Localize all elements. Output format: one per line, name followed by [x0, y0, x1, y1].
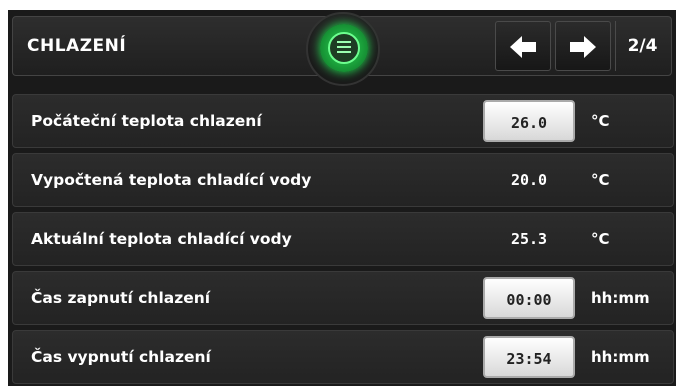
unit-label: hh:mm [591, 289, 650, 307]
start-temp-input[interactable]: 26.0 [483, 100, 575, 142]
cooling-screen: CHLAZENÍ 2/4 Počáteční teplota chlazení … [8, 10, 676, 386]
arrow-left-icon [508, 31, 538, 61]
setting-row-start-temp: Počáteční teplota chlazení 26.0 °C [12, 94, 674, 148]
settings-list: Počáteční teplota chlazení 26.0 °C Vypoč… [12, 94, 674, 389]
setting-row-actual-water-temp: Aktuální teplota chladící vody 25.3 °C [12, 212, 674, 266]
setting-row-cooling-off-time: Čas vypnutí chlazení 23:54 hh:mm [12, 330, 674, 384]
unit-label: hh:mm [591, 348, 650, 366]
menu-button[interactable] [306, 12, 380, 86]
forward-button[interactable] [555, 21, 611, 71]
setting-row-cooling-on-time: Čas zapnutí chlazení 00:00 hh:mm [12, 271, 674, 325]
unit-label: °C [591, 171, 610, 189]
calc-water-temp-value: 20.0 [510, 171, 548, 189]
menu-icon [320, 24, 368, 72]
arrow-right-icon [568, 31, 598, 61]
page-indicator: 2/4 [615, 21, 669, 71]
setting-label: Vypočtená teplota chladící vody [31, 171, 312, 189]
setting-label: Počáteční teplota chlazení [31, 112, 262, 130]
unit-label: °C [591, 230, 610, 248]
cooling-off-time-input[interactable]: 23:54 [483, 336, 575, 378]
cooling-on-time-input[interactable]: 00:00 [483, 277, 575, 319]
setting-row-calc-water-temp: Vypočtená teplota chladící vody 20.0 °C [12, 153, 674, 207]
setting-label: Čas zapnutí chlazení [31, 289, 211, 307]
setting-label: Aktuální teplota chladící vody [31, 230, 292, 248]
actual-water-temp-value: 25.3 [510, 230, 548, 248]
unit-label: °C [591, 112, 610, 130]
setting-label: Čas vypnutí chlazení [31, 348, 211, 366]
back-button[interactable] [495, 21, 551, 71]
page-title: CHLAZENÍ [27, 36, 127, 56]
